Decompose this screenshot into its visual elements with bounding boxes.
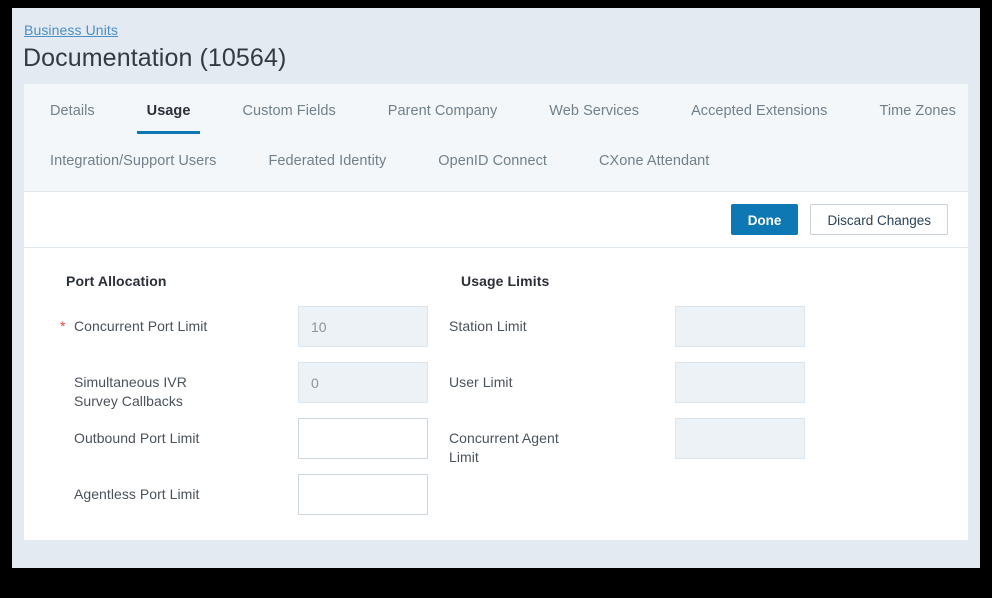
content-card: Details Usage Custom Fields Parent Company W…	[24, 84, 968, 540]
tab-label: Usage	[146, 103, 191, 119]
field-label-concurrent-agent-limit: Concurrent Agent Limit	[449, 429, 559, 467]
tab-cxone-attendant[interactable]: CXone Attendant	[573, 150, 735, 172]
field-label-text: Agentless Port Limit	[74, 486, 200, 502]
field-label-simultaneous-ivr-survey-callbacks: Simultaneous IVR Survey Callbacks	[74, 373, 187, 411]
field-label-agentless-port-limit: Agentless Port Limit	[74, 485, 200, 504]
tab-openid-connect[interactable]: OpenID Connect	[412, 150, 573, 172]
field-label-line-2: Survey Callbacks	[74, 393, 183, 409]
tab-custom-fields[interactable]: Custom Fields	[216, 100, 361, 122]
screenshot-frame: Business Units Documentation (10564) Det…	[0, 0, 992, 598]
field-label-user-limit: User Limit	[449, 373, 513, 392]
tab-integration-support-users[interactable]: Integration/Support Users	[24, 150, 242, 172]
field-label-text: Concurrent Port Limit	[74, 318, 208, 334]
action-bar: Done Discard Changes	[24, 192, 968, 248]
tab-strip: Details Usage Custom Fields Parent Company W…	[24, 84, 968, 192]
page-title: Documentation (10564)	[23, 44, 287, 72]
input-concurrent-agent-limit	[675, 418, 805, 459]
field-label-text: Simultaneous IVR Survey Callbacks	[74, 373, 187, 411]
breadcrumb-business-units[interactable]: Business Units	[24, 22, 118, 38]
field-label-text: Outbound Port Limit	[74, 430, 200, 446]
field-label-line-1: Simultaneous IVR	[74, 374, 187, 390]
field-label-station-limit: Station Limit	[449, 317, 527, 336]
section-title-usage-limits: Usage Limits	[461, 273, 550, 289]
input-user-limit	[675, 362, 805, 403]
active-tab-underline	[136, 131, 201, 134]
field-label-outbound-port-limit: Outbound Port Limit	[74, 429, 199, 448]
field-label-line-1: Concurrent Agent	[449, 430, 559, 446]
field-label-line-2: Limit	[449, 449, 479, 465]
tab-web-services[interactable]: Web Services	[523, 100, 665, 122]
usage-form: Port Allocation Usage Limits Concurrent …	[24, 248, 968, 539]
tab-label: OpenID Connect	[438, 153, 547, 169]
input-station-limit	[675, 306, 805, 347]
tab-time-zones[interactable]: Time Zones	[853, 100, 980, 122]
tab-label: Details	[50, 103, 95, 119]
tab-usage[interactable]: Usage	[121, 100, 217, 134]
tab-label: Web Services	[549, 103, 640, 119]
input-simultaneous-ivr-survey-callbacks	[298, 362, 428, 403]
page-container: Business Units Documentation (10564) Det…	[12, 8, 980, 568]
field-label-text: Concurrent Agent Limit	[449, 429, 559, 467]
tab-label: Custom Fields	[242, 103, 336, 119]
tab-parent-company[interactable]: Parent Company	[362, 100, 524, 122]
tab-label: Parent Company	[387, 103, 498, 119]
tab-accepted-extensions[interactable]: Accepted Extensions	[665, 100, 853, 122]
required-marker-concurrent-port-limit: *	[60, 318, 66, 334]
tab-label: Integration/Support Users	[50, 153, 217, 169]
section-title-port-allocation: Port Allocation	[66, 273, 167, 289]
field-label-text: User Limit	[449, 374, 513, 390]
tab-label: Time Zones	[879, 103, 956, 119]
tab-label: Federated Identity	[268, 153, 387, 169]
done-button[interactable]: Done	[730, 204, 799, 235]
tab-details[interactable]: Details	[24, 100, 121, 122]
tab-row-primary: Details Usage Custom Fields Parent Company W…	[24, 100, 980, 134]
input-outbound-port-limit[interactable]	[298, 418, 428, 459]
action-buttons: Done Discard Changes	[730, 204, 948, 235]
discard-changes-button[interactable]: Discard Changes	[810, 204, 948, 235]
input-concurrent-port-limit	[298, 306, 428, 347]
tab-federated-identity[interactable]: Federated Identity	[242, 150, 412, 172]
field-label-text: Station Limit	[449, 318, 527, 334]
tab-row-secondary: Integration/Support Users Federated Ident…	[24, 150, 735, 172]
tab-label: Accepted Extensions	[691, 103, 828, 119]
field-label-concurrent-port-limit: Concurrent Port Limit	[74, 317, 207, 336]
input-agentless-port-limit[interactable]	[298, 474, 428, 515]
tab-label: CXone Attendant	[598, 153, 710, 169]
